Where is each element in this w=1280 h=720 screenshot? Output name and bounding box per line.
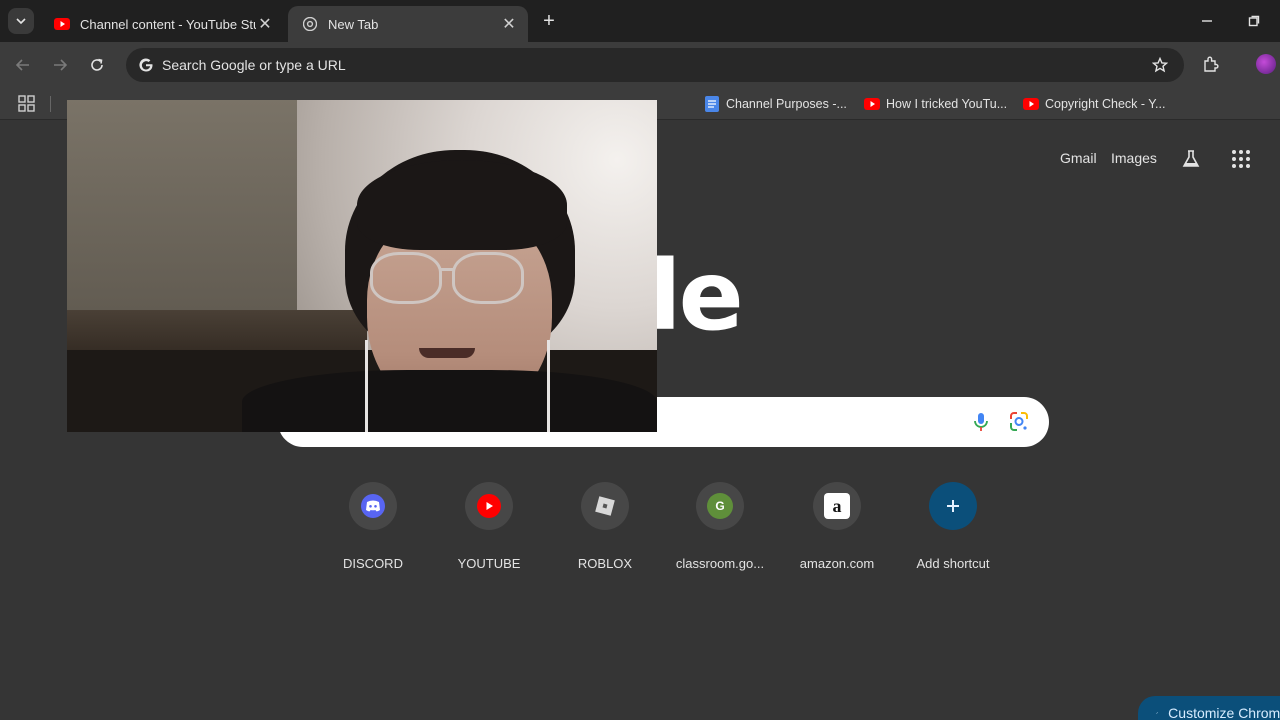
- shortcut-label: DISCORD: [343, 556, 403, 571]
- reload-button[interactable]: [85, 53, 109, 77]
- shortcut-tile: [929, 482, 977, 530]
- shortcut-tile: [349, 482, 397, 530]
- minimize-icon: [1202, 20, 1212, 22]
- youtube-icon: [1023, 96, 1039, 112]
- plus-icon: [947, 500, 959, 512]
- minimize-button[interactable]: [1196, 10, 1218, 32]
- bookmark-star-icon[interactable]: [1150, 55, 1170, 75]
- arrow-right-icon: [54, 59, 68, 71]
- google-apps-icon[interactable]: [1230, 148, 1252, 170]
- chevron-down-icon: [16, 18, 26, 25]
- shortcut-tile: [581, 482, 629, 530]
- profile-avatar[interactable]: [1256, 54, 1276, 74]
- omnibox[interactable]: [126, 48, 1184, 82]
- shortcut-tile: [465, 482, 513, 530]
- plus-icon[interactable]: +: [538, 10, 560, 32]
- webcam-person: [419, 348, 475, 358]
- shortcut-tile: G: [696, 482, 744, 530]
- youtube-icon: [54, 16, 70, 32]
- webcam-background: [67, 100, 297, 330]
- extensions-icon[interactable]: [1200, 53, 1222, 75]
- close-icon[interactable]: ✕: [500, 15, 518, 33]
- webcam-background: [67, 310, 367, 350]
- roblox-icon: [595, 496, 615, 516]
- tab-title: Channel content - YouTube Studio: [80, 16, 256, 32]
- bookmarks-separator: [50, 96, 51, 112]
- bookmark-copyright-check[interactable]: Copyright Check - Y...: [1023, 94, 1173, 114]
- images-link[interactable]: Images: [1111, 150, 1157, 166]
- shortcut-label: YOUTUBE: [457, 556, 521, 571]
- tab-search-button[interactable]: [8, 8, 34, 34]
- tab-strip: Channel content - YouTube Studio ✕ New T…: [0, 0, 1280, 42]
- tab-new-tab[interactable]: New Tab ✕: [288, 6, 528, 42]
- webcam-person: [441, 268, 454, 271]
- shortcut-classroom[interactable]: G classroom.go...: [664, 482, 776, 572]
- customize-label: Customize Chrome: [1168, 705, 1280, 720]
- pencil-icon: [1156, 712, 1158, 714]
- google-g-icon: [136, 55, 156, 75]
- close-icon[interactable]: ✕: [256, 15, 274, 33]
- bookmark-label: Channel Purposes -...: [726, 97, 847, 111]
- bookmark-label: Copyright Check - Y...: [1045, 97, 1166, 111]
- earphone-cord: [365, 340, 368, 432]
- toolbar: [0, 42, 1280, 88]
- bookmark-label: How I tricked YouTu...: [886, 97, 1008, 111]
- amazon-icon: a: [824, 493, 850, 519]
- restore-button[interactable]: [1243, 10, 1265, 32]
- shortcut-label: amazon.com: [799, 556, 875, 571]
- arrow-left-icon: [15, 59, 29, 71]
- apps-grid-icon[interactable]: [18, 95, 36, 113]
- discord-icon: [361, 494, 385, 518]
- shortcut-tile: a: [813, 482, 861, 530]
- shortcut-label: Add shortcut: [916, 556, 990, 571]
- gmail-link[interactable]: Gmail: [1060, 150, 1097, 166]
- webcam-person: [370, 252, 442, 304]
- shortcut-roblox[interactable]: ROBLOX: [549, 482, 661, 572]
- youtube-icon: [477, 494, 501, 518]
- shortcut-label: ROBLOX: [577, 556, 633, 571]
- microphone-icon[interactable]: [970, 410, 992, 434]
- shortcut-amazon[interactable]: a amazon.com: [781, 482, 893, 572]
- bookmark-channel-purposes[interactable]: Channel Purposes -...: [704, 94, 854, 114]
- shortcut-label: classroom.go...: [675, 556, 765, 571]
- labs-flask-icon[interactable]: [1180, 148, 1202, 170]
- classroom-icon: G: [707, 493, 733, 519]
- tab-title: New Tab: [328, 16, 379, 32]
- customize-chrome-button[interactable]: Customize Chrome: [1138, 696, 1280, 720]
- webcam-person: [452, 252, 524, 304]
- omnibox-input[interactable]: [162, 57, 1062, 73]
- back-button[interactable]: [11, 53, 35, 77]
- webcam-overlay: [67, 100, 657, 432]
- shortcut-add[interactable]: Add shortcut: [897, 482, 1009, 572]
- bookmark-how-i-tricked[interactable]: How I tricked YouTu...: [864, 94, 1014, 114]
- webcam-person: [357, 160, 567, 250]
- webcam-person: [242, 370, 657, 432]
- youtube-icon: [864, 96, 880, 112]
- restore-icon: [1248, 15, 1260, 27]
- docs-icon: [704, 96, 720, 112]
- tab-youtube-studio[interactable]: Channel content - YouTube Studio ✕: [40, 6, 284, 42]
- earphone-cord: [547, 340, 550, 432]
- chrome-icon: [302, 16, 318, 32]
- shortcut-youtube[interactable]: YOUTUBE: [433, 482, 545, 572]
- forward-button[interactable]: [48, 53, 72, 77]
- google-lens-icon[interactable]: [1008, 410, 1030, 434]
- shortcut-discord[interactable]: DISCORD: [317, 482, 429, 572]
- reload-icon: [91, 58, 103, 71]
